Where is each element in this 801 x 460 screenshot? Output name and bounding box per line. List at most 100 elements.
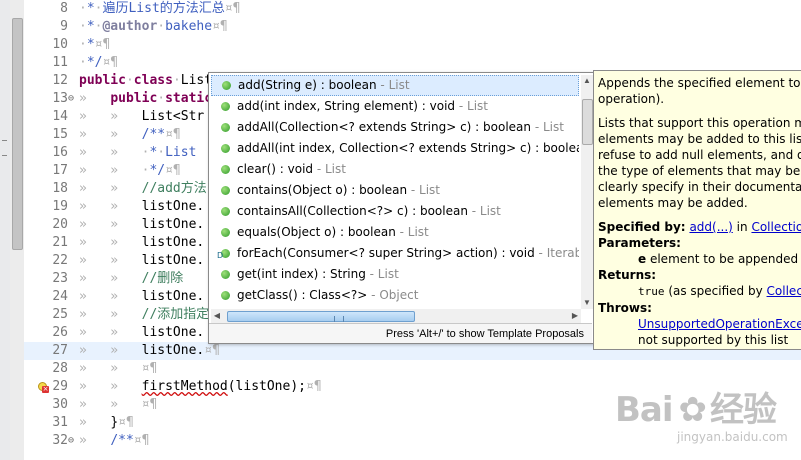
scroll-up-icon[interactable]: ▲	[581, 75, 593, 87]
proposal-signature: addAll(Collection<? extends String> c) :…	[237, 120, 531, 134]
code-text[interactable]: ·*·遍历List的方法汇总¤¶	[79, 0, 240, 18]
code-text[interactable]: ·*·@author·bakehe¤¶	[79, 18, 228, 36]
proposal-owner: - List	[467, 204, 501, 218]
javadoc-detail-line: elements may be added to this list.	[598, 132, 801, 146]
line-number: 8	[60, 1, 68, 16]
code-text[interactable]: » public·static	[79, 90, 212, 108]
proposal-owner: - List	[531, 120, 564, 134]
code-line[interactable]: 10 ·*¤¶	[24, 36, 801, 54]
javadoc-detail-line: the type of elements that may be ad	[598, 164, 801, 178]
code-text[interactable]: » » ¤¶	[79, 360, 157, 378]
javadoc-detail-line: elements may be added.	[598, 196, 748, 210]
returns-heading: Returns:	[598, 268, 657, 282]
code-line[interactable]: 28 » » ¤¶	[24, 360, 801, 378]
fold-toggle-icon[interactable]: ⊖	[68, 432, 78, 450]
proposal-item[interactable]: addAll(int index, Collection<? extends S…	[211, 138, 579, 159]
horizontal-scroll-thumb[interactable]	[227, 311, 415, 322]
code-text[interactable]: » » firstMethod(listOne);¤¶	[79, 378, 322, 396]
specified-by-class-link[interactable]: Collection	[751, 220, 801, 234]
proposal-signature: add(String e) : boolean	[238, 78, 377, 92]
proposal-signature: forEach(Consumer<? super String> action)…	[237, 246, 535, 260]
javadoc-summary-line: Appends the specified element to the	[598, 76, 801, 90]
throws-desc: not supported by this list	[638, 333, 789, 347]
overview-ruler-thumb[interactable]	[12, 18, 23, 250]
returns-value: true	[638, 285, 665, 298]
scroll-down-icon[interactable]: ▼	[581, 297, 593, 309]
overview-ruler[interactable]	[10, 0, 24, 460]
code-text[interactable]: » » //add方法	[79, 180, 207, 198]
javadoc-detail-line: refuse to add null elements, and othe	[598, 148, 801, 162]
code-text[interactable]: » » listOne.	[79, 198, 204, 216]
code-text[interactable]: » » listOne.	[79, 216, 204, 234]
javadoc-hover[interactable]: Appends the specified element to the ope…	[593, 70, 801, 350]
proposal-list[interactable]: add(String e) : boolean - List add(int in…	[211, 75, 579, 309]
line-number: 14	[52, 109, 68, 124]
proposal-item[interactable]: get(int index) : String - List	[211, 264, 579, 285]
sash-grip-icon[interactable]	[2, 140, 7, 156]
throws-link[interactable]: UnsupportedOperationExcep	[638, 317, 801, 331]
returns-link[interactable]: Collec	[767, 284, 801, 298]
vertical-scroll-thumb[interactable]	[582, 99, 593, 145]
proposal-item[interactable]: equals(Object o) : boolean - List	[211, 222, 579, 243]
returns-desc: (as specified by	[668, 284, 763, 298]
line-number: 19	[52, 199, 68, 214]
code-text[interactable]: » » /**¤¶	[79, 126, 181, 144]
code-text[interactable]: » » listOne.	[79, 288, 204, 306]
code-text[interactable]: ·*/¤¶	[79, 54, 118, 72]
code-text[interactable]: public·class·List	[79, 72, 212, 90]
javadoc-summary-line: operation).	[598, 92, 665, 106]
param-name: e	[638, 252, 647, 266]
proposal-item[interactable]: containsAll(Collection<?> c) : boolean -…	[211, 201, 579, 222]
public-method-icon	[221, 270, 230, 279]
code-text[interactable]: » » //添加指定	[79, 306, 209, 324]
code-text[interactable]: » » ¤¶	[79, 396, 157, 414]
proposal-item[interactable]: addAll(Collection<? extends String> c) :…	[211, 117, 579, 138]
code-text[interactable]: » » ·*·List	[79, 144, 196, 162]
proposal-item[interactable]: add(String e) : boolean - List	[211, 75, 579, 96]
line-number: 9	[60, 19, 68, 34]
code-text[interactable]: » » ·*/¤¶	[79, 162, 181, 180]
proposal-owner: - List	[395, 225, 429, 239]
public-method-icon	[221, 186, 230, 195]
line-number: 11	[52, 55, 68, 70]
proposal-owner: - List	[376, 78, 410, 92]
proposal-item[interactable]: clear() : void - List	[211, 159, 579, 180]
proposal-item[interactable]: add(int index, String element) : void - …	[211, 96, 579, 117]
line-number: 25	[52, 307, 68, 322]
proposal-owner: - List	[407, 183, 440, 197]
code-text[interactable]: » }¤¶	[79, 414, 134, 432]
scroll-grip-icon	[334, 316, 344, 322]
code-text[interactable]: » /**¤¶	[79, 432, 149, 450]
public-method-icon	[222, 81, 231, 90]
proposal-item[interactable]: contains(Object o) : boolean - List	[211, 180, 579, 201]
default-method-overlay-icon: D	[217, 251, 224, 260]
code-line[interactable]: 9 ·*·@author·bakehe¤¶	[24, 18, 801, 36]
proposal-signature: get(int index) : String	[237, 267, 366, 281]
code-text[interactable]: » » //删除	[79, 270, 183, 288]
proposal-item[interactable]: DforEach(Consumer<? super String> action…	[211, 243, 579, 264]
line-number: 13	[52, 91, 68, 106]
proposal-item[interactable]: getClass() : Class<?> - Object	[211, 285, 579, 306]
proposal-signature: containsAll(Collection<?> c) : boolean	[237, 204, 468, 218]
code-text[interactable]: » » listOne.	[79, 324, 204, 342]
proposal-vertical-scrollbar[interactable]: ▲ ▼	[581, 75, 593, 309]
code-text[interactable]: ·*¤¶	[79, 36, 110, 54]
proposal-owner: - Iterab	[534, 246, 579, 260]
line-number: 27	[52, 343, 68, 358]
code-text[interactable]: » » listOne.	[79, 234, 204, 252]
error-quickfix-icon[interactable]: ×	[38, 382, 49, 393]
public-method-icon	[221, 144, 230, 153]
param-desc: element to be appended to	[649, 252, 801, 266]
specified-by-method-link[interactable]: add(...)	[689, 220, 732, 234]
code-text[interactable]: » » listOne.¤¶	[79, 342, 220, 360]
scroll-left-icon[interactable]: ◀	[211, 309, 223, 323]
proposal-horizontal-scrollbar[interactable]: ◀ ▶	[211, 309, 581, 323]
code-text[interactable]: » » listOne.	[79, 252, 204, 270]
fold-toggle-icon[interactable]: ⊖	[68, 90, 78, 108]
content-assist-popup[interactable]: add(String e) : boolean - List add(int in…	[208, 72, 595, 344]
code-text[interactable]: » » List<Str	[79, 108, 204, 126]
code-line[interactable]: 8 ·*·遍历List的方法汇总¤¶	[24, 0, 801, 18]
scroll-right-icon[interactable]: ▶	[569, 309, 581, 323]
proposal-owner: - Object	[367, 288, 419, 302]
javadoc-summary: Appends the specified element to the ope…	[598, 75, 801, 107]
